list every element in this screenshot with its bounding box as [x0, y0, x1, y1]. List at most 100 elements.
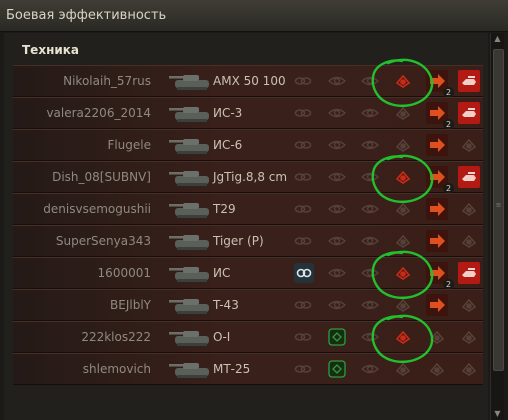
vehicle-name: МТ-25	[213, 362, 251, 376]
vehicle-name: ИС-3	[213, 106, 243, 120]
critical-hit-icon[interactable]	[426, 230, 448, 252]
assist-icon[interactable]	[328, 360, 346, 378]
link-icon	[294, 136, 312, 154]
damage-dealt-icon[interactable]	[394, 328, 412, 346]
destroyed-icon	[460, 136, 478, 154]
vehicle-name: О-I	[213, 330, 231, 344]
damage-dealt-icon	[394, 136, 412, 154]
damage-dealt-icon	[394, 360, 412, 378]
scroll-down-icon[interactable]: ▼	[491, 408, 504, 420]
eye-icon	[327, 200, 347, 218]
critical-hit-icon[interactable]	[426, 198, 448, 220]
tank-icon	[167, 132, 215, 157]
radio-icon	[360, 104, 380, 122]
list-item[interactable]: shlemovich МТ-25	[13, 353, 483, 385]
tank-icon	[167, 100, 215, 125]
vehicle-name: ИС-6	[213, 138, 243, 152]
radio-icon	[360, 232, 380, 250]
critical-hit-icon[interactable]: 2	[426, 262, 454, 290]
player-name: SuperSenya343	[55, 234, 151, 248]
link-icon	[294, 360, 312, 378]
window-header: Боевая эффективность	[0, 0, 508, 32]
vehicle-name: T-43	[213, 298, 239, 312]
player-name: Dish_08[SUBNV]	[52, 170, 151, 184]
player-name: valera2206_2014	[46, 106, 151, 120]
list-item[interactable]: Dish_08[SUBNV] JgTig.8,8 cm 2	[13, 161, 483, 194]
player-name: denisvsemogushii	[43, 202, 151, 216]
link-icon	[294, 296, 312, 314]
vehicle-name: Tiger (P)	[213, 234, 264, 248]
radio-icon	[360, 72, 380, 90]
tank-icon	[167, 324, 215, 349]
destroyed-icon	[460, 328, 478, 346]
damage-dealt-icon[interactable]	[394, 264, 412, 282]
eye-icon	[327, 136, 347, 154]
link-icon	[294, 104, 312, 122]
destroyed-icon	[460, 232, 478, 250]
eye-icon	[327, 168, 347, 186]
list-item[interactable]: BEJlblY T-43	[13, 289, 483, 321]
link-icon	[294, 232, 312, 250]
eye-icon	[327, 232, 347, 250]
radio-icon	[360, 328, 380, 346]
eye-icon	[327, 264, 347, 282]
damage-dealt-icon[interactable]	[394, 72, 412, 90]
eye-icon	[327, 104, 347, 122]
destroyed-icon[interactable]	[458, 70, 480, 92]
list-item[interactable]: SuperSenya343 Tiger (P)	[13, 225, 483, 257]
vehicle-name: T29	[213, 202, 236, 216]
radio-icon	[360, 360, 380, 378]
destroyed-icon[interactable]	[458, 102, 480, 124]
radio-icon	[360, 136, 380, 154]
vehicle-name: JgTig.8,8 cm	[213, 170, 288, 184]
window-title: Боевая эффективность	[6, 8, 167, 23]
radio-icon	[360, 264, 380, 282]
tank-icon	[167, 164, 215, 189]
critical-hit-icon[interactable]	[426, 294, 448, 316]
player-name: BEJlblY	[110, 298, 151, 312]
list-item[interactable]: 222klos222 О-I	[13, 321, 483, 353]
link-icon	[294, 168, 312, 186]
list-item[interactable]: valera2206_2014 ИС-3 2	[13, 97, 483, 130]
eye-icon	[327, 72, 347, 90]
spotted-icon[interactable]	[294, 263, 314, 283]
tank-icon	[167, 228, 215, 253]
critical-hit-icon[interactable]	[426, 134, 448, 156]
critical-hit-icon[interactable]: 2	[426, 166, 454, 194]
tank-icon	[167, 68, 215, 93]
damage-dealt-icon	[394, 104, 412, 122]
player-name: 222klos222	[81, 330, 151, 344]
tank-icon	[167, 356, 215, 381]
link-icon	[294, 200, 312, 218]
list-item[interactable]: 1600001 ИС 2	[13, 257, 483, 290]
scroll-thumb[interactable]: ≡	[493, 49, 504, 371]
player-name: shlemovich	[82, 362, 151, 376]
player-name: 1600001	[97, 266, 151, 280]
radio-icon	[360, 200, 380, 218]
list-item[interactable]: Flugele ИС-6	[13, 129, 483, 161]
scroll-up-icon[interactable]: ▲	[491, 33, 504, 45]
scrollbar[interactable]: ▲ ≡ ▼	[490, 33, 504, 420]
critical-hit-icon[interactable]: 2	[426, 70, 454, 98]
damage-dealt-icon[interactable]	[394, 168, 412, 186]
destroyed-icon[interactable]	[458, 166, 480, 188]
grip-icon: ≡	[495, 201, 502, 209]
damage-dealt-icon	[394, 200, 412, 218]
radio-icon	[360, 168, 380, 186]
link-icon	[294, 72, 312, 90]
player-name: Nikolaih_57rus	[63, 74, 151, 88]
list-item[interactable]: Nikolaih_57rus AMX 50 100 2	[13, 65, 483, 98]
destroyed-icon	[460, 360, 478, 378]
destroyed-icon	[460, 200, 478, 218]
damage-dealt-icon	[394, 296, 412, 314]
assist-icon[interactable]	[328, 328, 346, 346]
player-name: Flugele	[107, 138, 151, 152]
critical-hit-icon[interactable]: 2	[426, 102, 454, 130]
list-item[interactable]: denisvsemogushii T29	[13, 193, 483, 225]
critical-hit-icon	[428, 360, 446, 378]
tank-icon	[167, 292, 215, 317]
vehicle-name: AMX 50 100	[213, 74, 286, 88]
vehicle-name: ИС	[213, 266, 231, 280]
tank-icon	[167, 260, 215, 285]
destroyed-icon[interactable]	[458, 262, 480, 284]
